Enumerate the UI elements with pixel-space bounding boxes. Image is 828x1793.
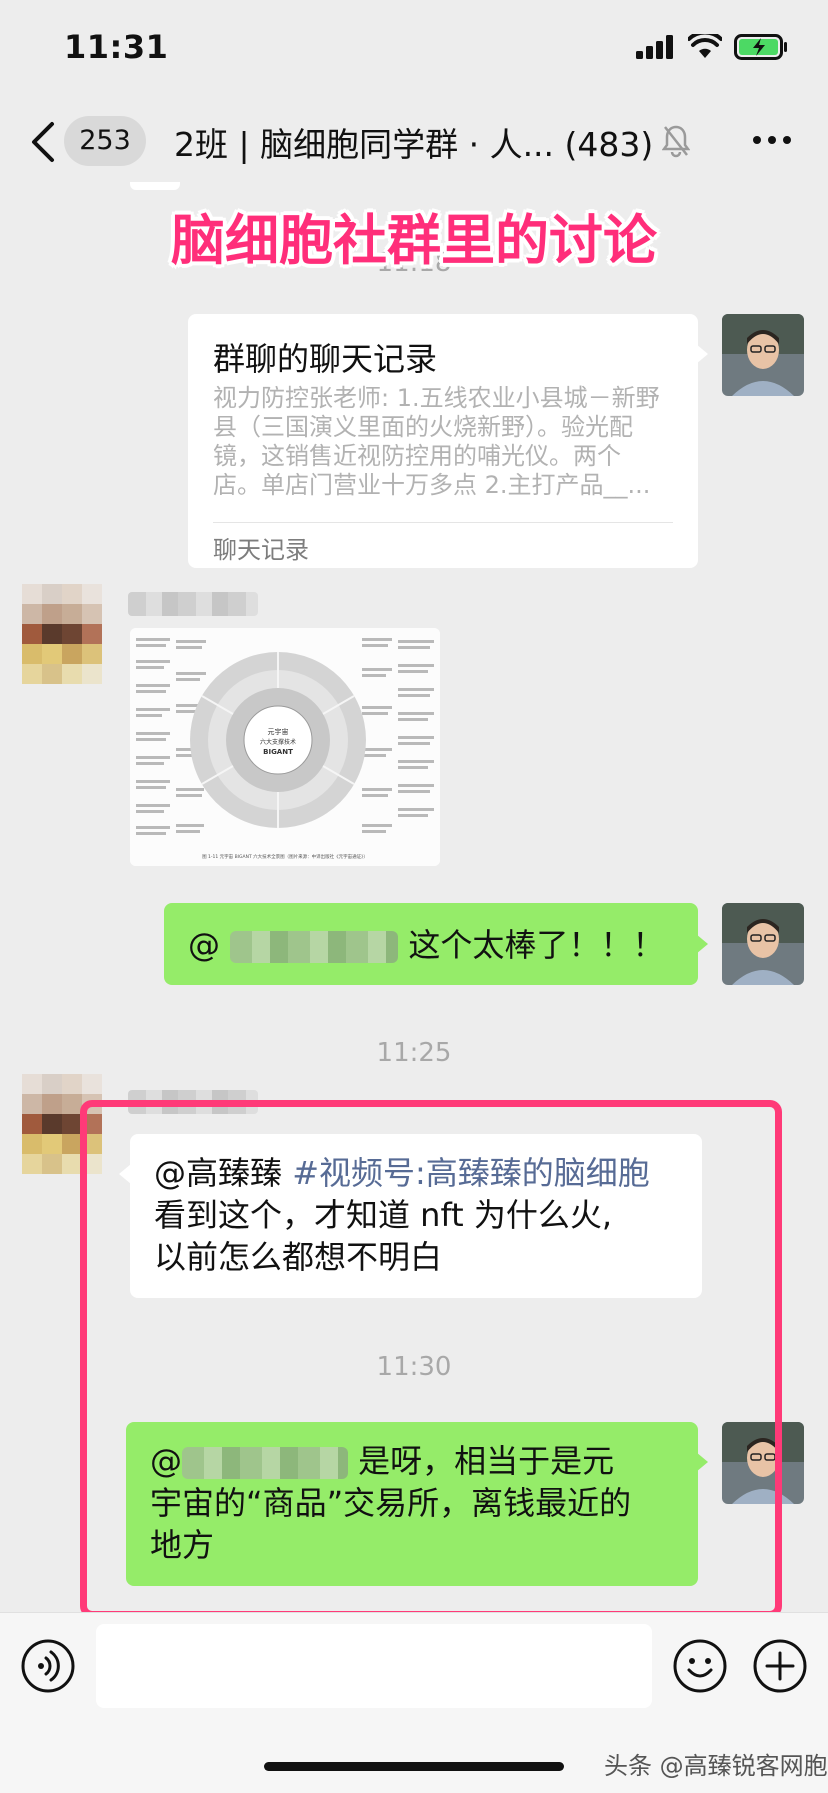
bubble-tail xyxy=(696,934,708,954)
signal-icon xyxy=(636,35,673,59)
unread-count-badge[interactable]: 253 xyxy=(64,116,146,166)
diagram-center-title: 元宇宙 xyxy=(268,727,289,736)
image-message[interactable]: 元宇宙 六大支撑技术 BIGANT 图 1-11 元宇宙 BIGANT 六大技术… xyxy=(130,628,440,866)
card-bubble-tail xyxy=(696,344,708,364)
timestamp-2: 11:25 xyxy=(376,1038,452,1068)
person-avatar-icon xyxy=(722,314,804,396)
mute-bell-icon xyxy=(662,125,690,158)
status-time: 11:31 xyxy=(64,28,169,66)
diagram-caption: 图 1-11 元宇宙 BIGANT 六大技术全景图（图片来源：中译出版社《元宇宙… xyxy=(202,853,368,860)
voice-input-icon[interactable] xyxy=(20,1638,76,1694)
chat-title[interactable]: 2班 | 脑细胞同学群 · 人... (483) xyxy=(174,118,653,166)
card-preview-line: 视力防控张老师: 1.五线农业小县城－新野 xyxy=(213,384,660,412)
diagram-center-brand: BIGANT xyxy=(263,748,293,756)
overlay-caption: 脑细胞社群里的讨论 xyxy=(171,209,657,272)
emoji-icon[interactable] xyxy=(672,1638,728,1694)
status-icons xyxy=(636,34,788,60)
message-body: 这个太棒了！！！ xyxy=(408,926,665,964)
card-preview-line: 店。单店门营业十万多点 2.主打产品__... xyxy=(213,471,651,499)
my-avatar[interactable] xyxy=(722,314,804,396)
my-avatar[interactable] xyxy=(722,903,804,985)
card-footer-label: 聊天记录 xyxy=(213,536,309,564)
message-text: @ 这个太棒了！！！ xyxy=(188,924,664,966)
plus-more-icon[interactable] xyxy=(752,1638,808,1694)
blurred-sender-name xyxy=(128,592,258,616)
back-chevron-icon[interactable] xyxy=(28,120,58,164)
blurred-mention-name xyxy=(230,931,399,963)
message-input[interactable] xyxy=(96,1624,652,1708)
more-options-icon[interactable] xyxy=(752,128,792,152)
card-preview: 视力防控张老师: 1.五线农业小县城－新野 县（三国演义里面的火烧新野）。验光配… xyxy=(213,384,673,500)
watermark-text: 头条 @高臻锐客网胞 xyxy=(604,1752,828,1780)
mention-symbol: @ xyxy=(188,926,220,964)
card-preview-line: 镜，这销售近视防控用的哺光仪。两个 xyxy=(213,442,621,470)
card-title: 群聊的聊天记录 xyxy=(213,340,438,378)
highlight-annotation-box xyxy=(80,1100,782,1618)
previous-bubble-edge xyxy=(130,182,180,190)
person-avatar-icon xyxy=(722,903,804,985)
battery-charging-icon xyxy=(734,34,787,60)
home-indicator xyxy=(264,1762,564,1771)
blurred-avatar[interactable] xyxy=(22,584,104,704)
diagram-center-subtitle: 六大支撑技术 xyxy=(260,738,296,746)
bigant-diagram-image: 元宇宙 六大支撑技术 BIGANT 图 1-11 元宇宙 BIGANT 六大技术… xyxy=(130,628,440,866)
card-preview-line: 县（三国演义里面的火烧新野）。验光配 xyxy=(213,413,633,441)
card-divider xyxy=(213,522,673,523)
wifi-icon xyxy=(688,34,722,58)
